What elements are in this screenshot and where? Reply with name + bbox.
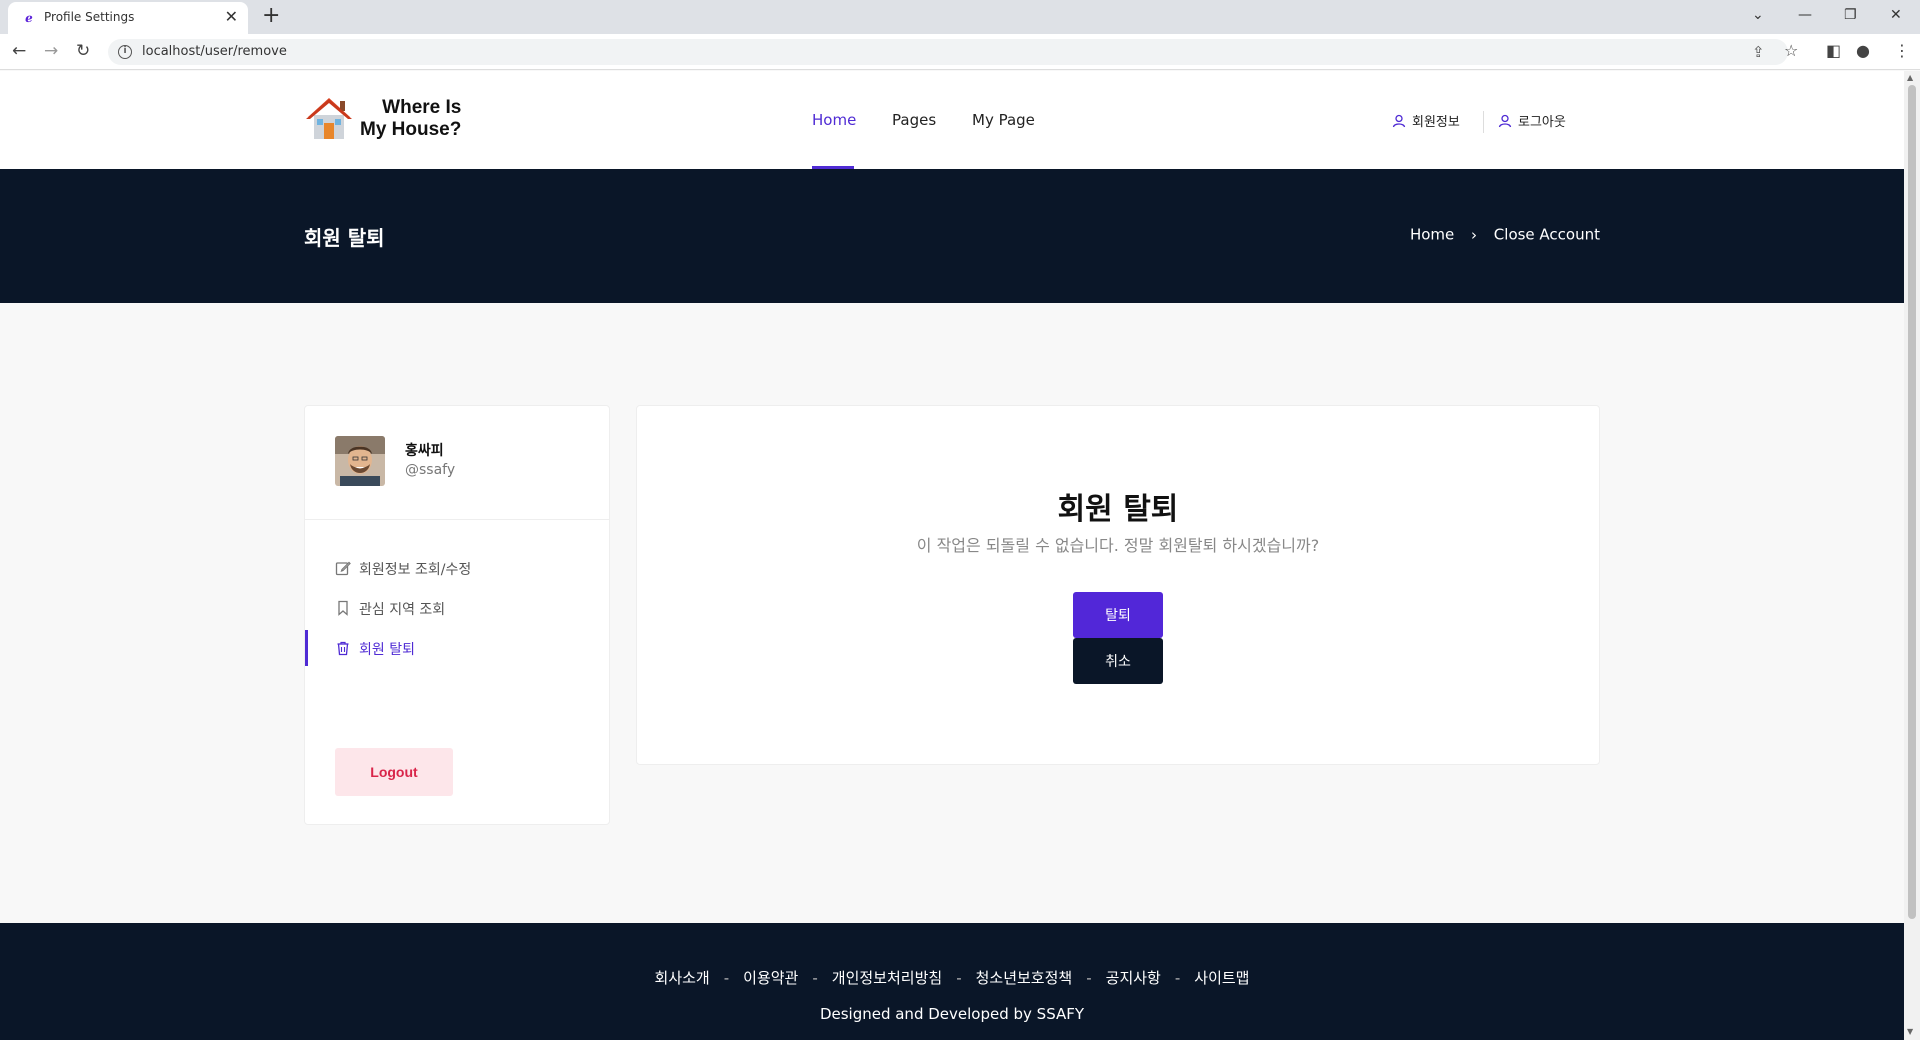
edit-icon (335, 561, 351, 576)
footer-link-terms[interactable]: 이용약관 (743, 967, 798, 988)
sidebar-item-close-account[interactable]: 회원 탈퇴 (305, 630, 609, 666)
back-icon[interactable]: ← (12, 41, 26, 61)
restore-icon[interactable]: ❐ (1844, 3, 1857, 27)
page-title: 회원 탈퇴 (304, 226, 385, 250)
browser-tabbar: ℯ Profile Settings ✕ + ⌄ — ❐ ✕ (0, 0, 1920, 34)
tab-title: Profile Settings (44, 10, 135, 24)
confirm-close-account-button[interactable]: 탈퇴 (1073, 592, 1163, 638)
new-tab-icon[interactable]: + (262, 4, 280, 28)
close-window-icon[interactable]: ✕ (1890, 3, 1902, 27)
footer-link-about[interactable]: 회사소개 (655, 967, 710, 988)
page-scrollbar[interactable]: ▲ ▼ (1904, 71, 1920, 1040)
menu-icon[interactable]: ⋮ (1894, 40, 1910, 62)
breadcrumb: Home › Close Account (1410, 225, 1600, 244)
sidebar-item-interest-area[interactable]: 관심 지역 조회 (305, 590, 609, 626)
logout-link[interactable]: 로그아웃 (1498, 111, 1566, 130)
browser-toolbar: ← → ↻ i localhost/user/remove ⇪ (0, 34, 1920, 70)
footer-links: 회사소개 - 이용약관 - 개인정보처리방침 - 청소년보호정책 - 공지사항 - 사이트맵 (0, 967, 1904, 988)
footer-separator: - (723, 969, 730, 987)
user-info-link[interactable]: 회원정보 (1392, 111, 1460, 130)
favicon-icon: ℯ (25, 11, 33, 25)
sidebar-item-label: 회원 탈퇴 (359, 642, 415, 658)
chevron-right-icon: › (1471, 225, 1478, 244)
site-footer: 회사소개 - 이용약관 - 개인정보처리방침 - 청소년보호정책 - 공지사항 - 사이트맵 Des… (0, 923, 1904, 1040)
user-icon (1392, 114, 1406, 128)
nav-my-page[interactable]: My Page (972, 111, 1035, 129)
sidebar-item-label: 회원정보 조회/수정 (359, 562, 472, 578)
side-panel-icon[interactable]: ◧ (1826, 40, 1841, 62)
bookmark-icon (338, 600, 348, 616)
page-viewport: Where Is My House? Home Pages My Page 회원… (0, 71, 1904, 1040)
footer-link-privacy[interactable]: 개인정보처리방침 (832, 967, 942, 988)
avatar (335, 436, 385, 486)
logout-button[interactable]: Logout (335, 748, 453, 796)
profile-handle: @ssafy (405, 462, 456, 478)
minimize-icon[interactable]: — (1798, 3, 1812, 27)
site-logo[interactable]: Where Is My House? (304, 93, 474, 145)
footer-copyright: Designed and Developed by SSAFY (819, 1005, 1085, 1023)
address-bar[interactable]: i localhost/user/remove ⇪ (108, 39, 1788, 65)
scrollbar-thumb[interactable] (1908, 85, 1916, 919)
scroll-down-icon[interactable]: ▼ (1907, 1027, 1913, 1036)
site-header: Where Is My House? Home Pages My Page 회원… (0, 71, 1904, 169)
site-info-icon[interactable]: i (118, 45, 132, 59)
breadcrumb-home[interactable]: Home (1410, 226, 1454, 244)
footer-link-sitemap[interactable]: 사이트맵 (1194, 967, 1249, 988)
browser-tab[interactable]: ℯ Profile Settings ✕ (8, 2, 248, 34)
reload-icon[interactable]: ↻ (76, 41, 90, 61)
tab-search-icon[interactable]: ⌄ (1752, 3, 1764, 27)
profile-name: 홍싸피 (405, 443, 444, 459)
trash-icon (337, 641, 349, 656)
breadcrumb-current: Close Account (1493, 225, 1600, 244)
sidebar-item-edit-profile[interactable]: 회원정보 조회/수정 (305, 550, 609, 586)
user-icon (1498, 114, 1512, 128)
url-text: localhost/user/remove (142, 44, 287, 59)
profile-summary: 홍싸피 @ssafy (305, 406, 609, 520)
bookmark-star-icon[interactable]: ☆ (1784, 40, 1798, 62)
footer-separator: - (1086, 969, 1092, 987)
sidebar-item-label: 관심 지역 조회 (359, 602, 446, 618)
profile-sidebar: 홍싸피 @ssafy 회원정보 조회/수정 관심 지역 조회 회원 탈퇴 Log… (304, 405, 610, 825)
footer-link-notice[interactable]: 공지사항 (1106, 967, 1161, 988)
page-banner: 회원 탈퇴 Home › Close Account (0, 169, 1904, 303)
user-links-divider (1483, 111, 1484, 133)
close-tab-icon[interactable]: ✕ (225, 8, 238, 26)
logo-text: Where Is My House? (360, 97, 462, 140)
close-account-card: 회원 탈퇴 이 작업은 되돌릴 수 없습니다. 정말 회원탈퇴 하시겠습니까? … (636, 405, 1600, 765)
footer-link-youth-policy[interactable]: 청소년보호정책 (976, 967, 1073, 988)
footer-separator: - (956, 969, 962, 987)
footer-separator: - (812, 969, 818, 987)
house-logo-icon (306, 98, 352, 139)
close-account-title: 회원 탈퇴 (1057, 492, 1179, 527)
nav-home[interactable]: Home (812, 111, 856, 129)
nav-pages[interactable]: Pages (892, 111, 936, 129)
share-icon[interactable]: ⇪ (1752, 43, 1765, 61)
close-account-warning: 이 작업은 되돌릴 수 없습니다. 정말 회원탈퇴 하시겠습니까? (916, 536, 1320, 555)
cancel-button[interactable]: 취소 (1073, 638, 1163, 684)
footer-separator: - (1174, 969, 1181, 987)
forward-icon[interactable]: → (44, 41, 58, 61)
profile-icon[interactable]: ● (1856, 40, 1870, 62)
scroll-up-icon[interactable]: ▲ (1907, 73, 1913, 82)
